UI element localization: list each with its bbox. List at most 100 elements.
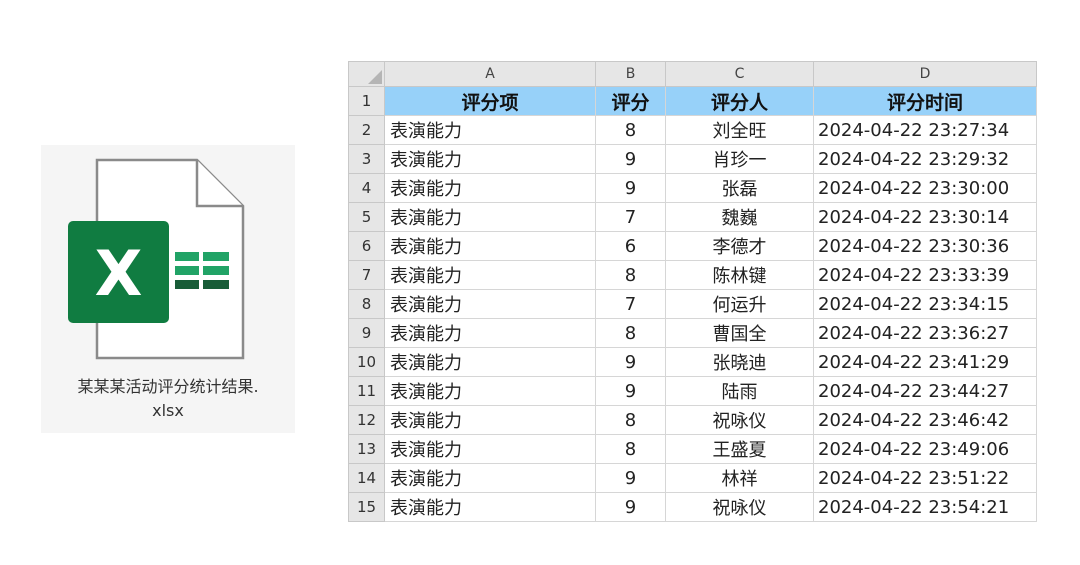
cell-score[interactable]: 9 xyxy=(595,173,666,203)
column-header-a[interactable]: A xyxy=(384,61,596,87)
table-row: 3 表演能力 9 肖珍一 2024-04-22 23:29:32 xyxy=(348,144,1037,174)
cell-rater[interactable]: 张晓迪 xyxy=(665,347,814,377)
row-number[interactable]: 11 xyxy=(348,376,385,406)
row-number[interactable]: 12 xyxy=(348,405,385,435)
table-row: 10 表演能力 9 张晓迪 2024-04-22 23:41:29 xyxy=(348,347,1037,377)
cell-rater[interactable]: 肖珍一 xyxy=(665,144,814,174)
column-header-b[interactable]: B xyxy=(595,61,666,87)
cell-time[interactable]: 2024-04-22 23:30:14 xyxy=(813,202,1037,232)
select-all-triangle-icon xyxy=(368,70,382,84)
cell-item[interactable]: 表演能力 xyxy=(384,144,596,174)
row-number[interactable]: 5 xyxy=(348,202,385,232)
cell-item[interactable]: 表演能力 xyxy=(384,463,596,493)
cell-score[interactable]: 9 xyxy=(595,463,666,493)
cell-score[interactable]: 8 xyxy=(595,405,666,435)
cell-time[interactable]: 2024-04-22 23:33:39 xyxy=(813,260,1037,290)
cell-time[interactable]: 2024-04-22 23:29:32 xyxy=(813,144,1037,174)
cell-rater[interactable]: 张磊 xyxy=(665,173,814,203)
file-tile[interactable]: X 某某某活动评分统计结果. xlsx xyxy=(41,145,295,433)
cell-rater[interactable]: 刘全旺 xyxy=(665,115,814,145)
cell-rater[interactable]: 李德才 xyxy=(665,231,814,261)
row-number[interactable]: 13 xyxy=(348,434,385,464)
file-name: 某某某活动评分统计结果. xlsx xyxy=(41,375,295,423)
cell-item[interactable]: 表演能力 xyxy=(384,115,596,145)
row-number[interactable]: 1 xyxy=(348,86,385,116)
cell-rater[interactable]: 曹国全 xyxy=(665,318,814,348)
cell-time[interactable]: 2024-04-22 23:49:06 xyxy=(813,434,1037,464)
row-number[interactable]: 7 xyxy=(348,260,385,290)
cell-item[interactable]: 表演能力 xyxy=(384,289,596,319)
cell-item[interactable]: 表演能力 xyxy=(384,405,596,435)
cell-time[interactable]: 2024-04-22 23:41:29 xyxy=(813,347,1037,377)
cell-item[interactable]: 表演能力 xyxy=(384,231,596,261)
cell-item[interactable]: 表演能力 xyxy=(384,434,596,464)
row-number[interactable]: 2 xyxy=(348,115,385,145)
svg-text:X: X xyxy=(95,237,143,310)
cell-rater[interactable]: 陈林键 xyxy=(665,260,814,290)
spreadsheet: A B C D 1 评分项 评分 评分人 评分时间 2 表演能力 8 刘全旺 2024-… xyxy=(348,61,1037,522)
cell-score[interactable]: 7 xyxy=(595,289,666,319)
row-number[interactable]: 14 xyxy=(348,463,385,493)
cell-score[interactable]: 8 xyxy=(595,115,666,145)
header-cell-time[interactable]: 评分时间 xyxy=(813,86,1037,116)
cell-score[interactable]: 9 xyxy=(595,144,666,174)
row-number[interactable]: 15 xyxy=(348,492,385,522)
sheet-body: 1 评分项 评分 评分人 评分时间 2 表演能力 8 刘全旺 2024-04-22 23… xyxy=(348,86,1037,522)
column-header-c[interactable]: C xyxy=(665,61,814,87)
file-name-line1: 某某某活动评分统计结果. xyxy=(77,377,259,396)
cell-time[interactable]: 2024-04-22 23:54:21 xyxy=(813,492,1037,522)
table-row: 9 表演能力 8 曹国全 2024-04-22 23:36:27 xyxy=(348,318,1037,348)
excel-file-icon: X xyxy=(65,157,271,367)
cell-score[interactable]: 6 xyxy=(595,231,666,261)
cell-item[interactable]: 表演能力 xyxy=(384,347,596,377)
cell-item[interactable]: 表演能力 xyxy=(384,492,596,522)
cell-time[interactable]: 2024-04-22 23:30:00 xyxy=(813,173,1037,203)
row-number[interactable]: 8 xyxy=(348,289,385,319)
cell-time[interactable]: 2024-04-22 23:46:42 xyxy=(813,405,1037,435)
cell-rater[interactable]: 何运升 xyxy=(665,289,814,319)
table-row: 5 表演能力 7 魏巍 2024-04-22 23:30:14 xyxy=(348,202,1037,232)
cell-score[interactable]: 8 xyxy=(595,434,666,464)
cell-rater[interactable]: 魏巍 xyxy=(665,202,814,232)
cell-score[interactable]: 9 xyxy=(595,376,666,406)
cell-rater[interactable]: 林祥 xyxy=(665,463,814,493)
header-cell-rater[interactable]: 评分人 xyxy=(665,86,814,116)
select-all-corner[interactable] xyxy=(348,61,385,87)
cell-rater[interactable]: 祝咏仪 xyxy=(665,405,814,435)
table-row: 14 表演能力 9 林祥 2024-04-22 23:51:22 xyxy=(348,463,1037,493)
cell-item[interactable]: 表演能力 xyxy=(384,173,596,203)
table-row: 7 表演能力 8 陈林键 2024-04-22 23:33:39 xyxy=(348,260,1037,290)
cell-time[interactable]: 2024-04-22 23:27:34 xyxy=(813,115,1037,145)
cell-score[interactable]: 9 xyxy=(595,492,666,522)
row-number[interactable]: 10 xyxy=(348,347,385,377)
row-number[interactable]: 3 xyxy=(348,144,385,174)
cell-rater[interactable]: 陆雨 xyxy=(665,376,814,406)
cell-item[interactable]: 表演能力 xyxy=(384,318,596,348)
cell-score[interactable]: 9 xyxy=(595,347,666,377)
cell-rater[interactable]: 王盛夏 xyxy=(665,434,814,464)
file-name-line2: xlsx xyxy=(152,401,184,420)
cell-score[interactable]: 8 xyxy=(595,260,666,290)
cell-time[interactable]: 2024-04-22 23:51:22 xyxy=(813,463,1037,493)
row-number[interactable]: 6 xyxy=(348,231,385,261)
header-cell-item[interactable]: 评分项 xyxy=(384,86,596,116)
header-cell-score[interactable]: 评分 xyxy=(595,86,666,116)
row-number[interactable]: 4 xyxy=(348,173,385,203)
cell-time[interactable]: 2024-04-22 23:36:27 xyxy=(813,318,1037,348)
cell-time[interactable]: 2024-04-22 23:34:15 xyxy=(813,289,1037,319)
cell-item[interactable]: 表演能力 xyxy=(384,202,596,232)
table-row: 11 表演能力 9 陆雨 2024-04-22 23:44:27 xyxy=(348,376,1037,406)
cell-score[interactable]: 7 xyxy=(595,202,666,232)
cell-item[interactable]: 表演能力 xyxy=(384,260,596,290)
row-number[interactable]: 9 xyxy=(348,318,385,348)
cell-score[interactable]: 8 xyxy=(595,318,666,348)
column-header-d[interactable]: D xyxy=(813,61,1037,87)
table-row: 4 表演能力 9 张磊 2024-04-22 23:30:00 xyxy=(348,173,1037,203)
cell-item[interactable]: 表演能力 xyxy=(384,376,596,406)
cell-time[interactable]: 2024-04-22 23:30:36 xyxy=(813,231,1037,261)
table-row: 15 表演能力 9 祝咏仪 2024-04-22 23:54:21 xyxy=(348,492,1037,522)
table-header-row: 1 评分项 评分 评分人 评分时间 xyxy=(348,86,1037,116)
cell-rater[interactable]: 祝咏仪 xyxy=(665,492,814,522)
cell-time[interactable]: 2024-04-22 23:44:27 xyxy=(813,376,1037,406)
table-row: 13 表演能力 8 王盛夏 2024-04-22 23:49:06 xyxy=(348,434,1037,464)
